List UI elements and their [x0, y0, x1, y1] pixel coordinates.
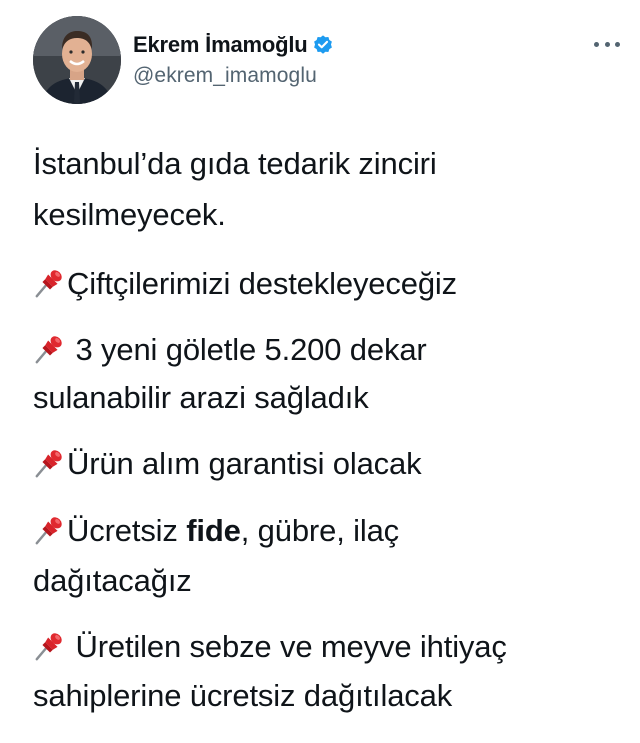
tweet-header: Ekrem İmamoğlu @ekrem_imamoglu	[0, 0, 640, 120]
pushpin-emoji-icon	[33, 445, 67, 479]
pushpin-emoji-icon	[33, 628, 67, 662]
pushpin-emoji-icon	[33, 265, 67, 299]
list-item-continuation: sahiplerine ücretsiz dağıtılacak	[33, 678, 453, 713]
list-item: 3 yeni göletle 5.200 dekar	[33, 331, 427, 368]
list-item-text: Üretilen sebze ve meyve ihtiyaç	[67, 629, 507, 664]
list-item: Çiftçilerimizi destekleyeceğiz	[33, 265, 457, 302]
list-item-text: , gübre, ilaç	[240, 513, 400, 548]
tweet-text-line: İstanbul’da gıda tedarik zinciri	[33, 146, 437, 181]
pushpin-emoji-icon	[33, 331, 67, 365]
pushpin-emoji-icon	[33, 512, 67, 546]
list-item-continuation: sulanabilir arazi sağladık	[33, 380, 369, 415]
author-display-name[interactable]: Ekrem İmamoğlu	[133, 32, 308, 58]
avatar[interactable]	[33, 16, 121, 104]
verified-badge-icon	[314, 35, 333, 54]
list-item: Üretilen sebze ve meyve ihtiyaç	[33, 628, 507, 665]
more-dot	[615, 41, 620, 47]
tweet-text-line: kesilmeyecek.	[33, 197, 226, 232]
author-handle[interactable]: @ekrem_imamoglu	[133, 64, 317, 88]
list-item: Ücretsiz fide, gübre, ilaç	[33, 512, 399, 549]
more-dot	[604, 41, 610, 47]
list-item: Ürün alım garantisi olacak	[33, 445, 422, 482]
list-item-text: Çiftçilerimizi destekleyeceğiz	[67, 266, 458, 301]
tweet: Ekrem İmamoğlu @ekrem_imamoglu İstanbul’…	[0, 0, 640, 743]
list-item-text: Ürün alım garantisi olacak	[67, 446, 422, 481]
list-item-bold-text: fide	[186, 513, 241, 548]
avatar-image	[33, 16, 121, 104]
author-name-row[interactable]: Ekrem İmamoğlu	[133, 30, 334, 60]
list-item-text: 3 yeni göletle 5.200 dekar	[67, 332, 427, 367]
list-item-continuation: dağıtacağız	[33, 563, 192, 598]
more-dot	[594, 41, 599, 47]
list-item-text: Ücretsiz	[67, 513, 187, 548]
more-options-icon[interactable]	[594, 38, 620, 50]
